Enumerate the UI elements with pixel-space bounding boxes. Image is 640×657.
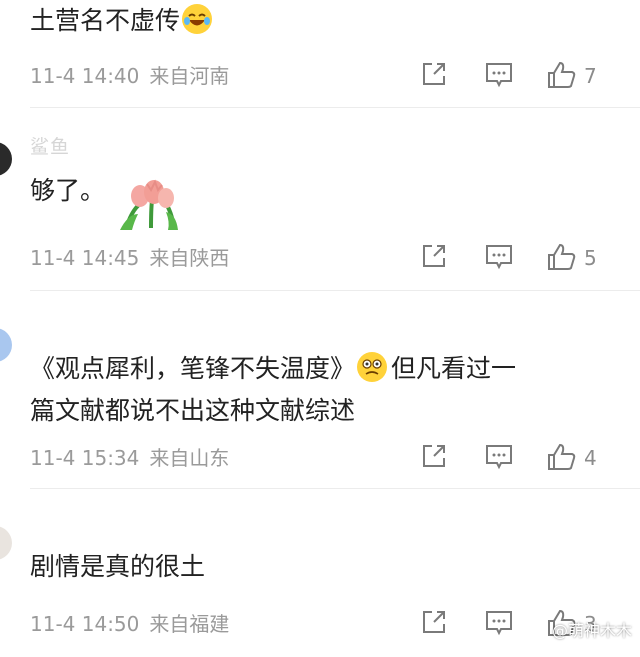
avatar[interactable] [0, 142, 12, 176]
cringe-face-emoji-icon [357, 352, 388, 382]
comment-actions: 4 [420, 438, 640, 478]
divider [30, 488, 640, 489]
like-button[interactable]: 7 [546, 60, 636, 92]
comment-date: 11-4 14:45 [30, 246, 140, 270]
reply-button[interactable] [484, 608, 514, 640]
laughing-tears-emoji-icon [182, 4, 213, 34]
comment-date: 11-4 14:50 [30, 612, 140, 636]
comment-item: 土营名不虚传 11-4 14:40 来自河南 7 [0, 0, 640, 108]
comment-icon [486, 245, 512, 270]
thumbs-up-icon [548, 243, 576, 270]
comment-icon [486, 63, 512, 88]
comment-icon [486, 445, 512, 470]
reply-button[interactable] [484, 242, 514, 274]
comment-actions: 7 [420, 56, 640, 96]
watermark: @萌神木木 [551, 621, 632, 640]
share-icon [423, 445, 445, 467]
comment-location: 来自河南 [149, 64, 230, 88]
comment-item: 《观点犀利，笔锋不失温度》 但凡看过一 篇文献都说不出这种文献综述 11-4 1… [0, 292, 640, 490]
like-button[interactable]: 5 [546, 242, 636, 274]
comment-meta: 11-4 14:40 来自河南 [30, 56, 239, 96]
share-button[interactable] [420, 242, 448, 274]
comment-location: 来自福建 [149, 612, 230, 636]
like-button[interactable]: 4 [546, 442, 636, 474]
reply-button[interactable] [484, 442, 514, 474]
share-icon [423, 611, 445, 633]
comment-item: 鲨鱼 够了。 11-4 14:45 来自陕西 5 [0, 108, 640, 292]
comment-text: 够了。 [30, 176, 106, 205]
comment-location: 来自陕西 [149, 246, 230, 270]
avatar[interactable] [0, 526, 12, 560]
comment-text: 剧情是真的很土 [30, 552, 206, 581]
comment-meta: 11-4 14:50 来自福建 [30, 604, 239, 644]
share-icon [423, 245, 445, 267]
like-count: 4 [584, 446, 597, 470]
comment-meta: 11-4 15:34 来自山东 [30, 438, 239, 478]
comment-date: 11-4 15:34 [30, 446, 140, 470]
share-button[interactable] [420, 442, 448, 474]
comment-meta: 11-4 14:45 来自陕西 [30, 238, 239, 278]
comment-icon [486, 611, 512, 636]
like-count: 5 [584, 246, 597, 270]
divider [30, 290, 640, 291]
share-button[interactable] [420, 608, 448, 640]
comment-text-part: 但凡看过一 [391, 354, 517, 383]
share-button[interactable] [420, 60, 448, 92]
like-count: 7 [584, 64, 597, 88]
comment-text: 《观点犀利，笔锋不失温度》 但凡看过一 篇文献都说不出这种文献综述 [30, 348, 604, 432]
comment-text: 土营名不虚传 [30, 0, 604, 42]
comment-text-content: 土营名不虚传 [30, 6, 181, 35]
comment-location: 来自山东 [149, 446, 230, 470]
avatar[interactable] [0, 328, 12, 362]
thumbs-up-icon [548, 61, 576, 88]
comment-text-part: 篇文献都说不出这种文献综述 [30, 396, 356, 425]
share-icon [423, 63, 445, 85]
tulip-sticker-icon [118, 170, 184, 236]
comment-date: 11-4 14:40 [30, 64, 140, 88]
comment-item: 剧情是真的很土 11-4 14:50 来自福建 3 [0, 490, 640, 657]
thumbs-up-icon [548, 443, 576, 470]
reply-button[interactable] [484, 60, 514, 92]
username[interactable]: 鲨鱼 [30, 132, 70, 159]
comment-actions: 5 [420, 238, 640, 278]
comment-text-part: 《观点犀利，笔锋不失温度》 [30, 354, 356, 383]
